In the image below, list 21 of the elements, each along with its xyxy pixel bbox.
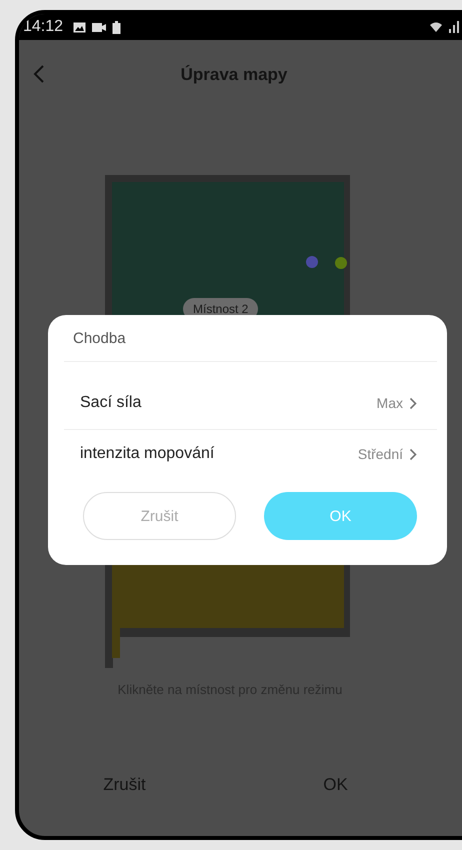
signal-icon <box>449 21 459 33</box>
chevron-right-icon <box>409 448 417 460</box>
wifi-icon <box>429 21 443 33</box>
dialog-cancel-button[interactable]: Zrušit <box>83 492 236 540</box>
setting-label: Sací síla <box>80 394 142 412</box>
dialog-ok-button[interactable]: OK <box>264 492 417 540</box>
image-icon <box>73 22 86 32</box>
setting-value: Max <box>376 395 403 411</box>
ok-button[interactable]: OK <box>230 767 441 803</box>
setting-label: intenzita mopování <box>80 445 216 463</box>
setting-row[interactable]: intenzita mopování Střední <box>64 430 437 478</box>
dialog-title: Chodba <box>64 315 437 362</box>
back-chevron-icon <box>33 64 45 84</box>
battery-icon <box>112 20 122 34</box>
status-time: 14:12 <box>23 18 64 36</box>
cancel-button[interactable]: Zrušit <box>19 767 230 803</box>
setting-value: Střední <box>358 446 403 462</box>
setting-row[interactable]: Sací síla Max <box>64 377 437 430</box>
page-title: Úprava mapy <box>180 65 288 85</box>
chevron-right-icon <box>409 396 417 410</box>
video-icon <box>92 22 106 32</box>
